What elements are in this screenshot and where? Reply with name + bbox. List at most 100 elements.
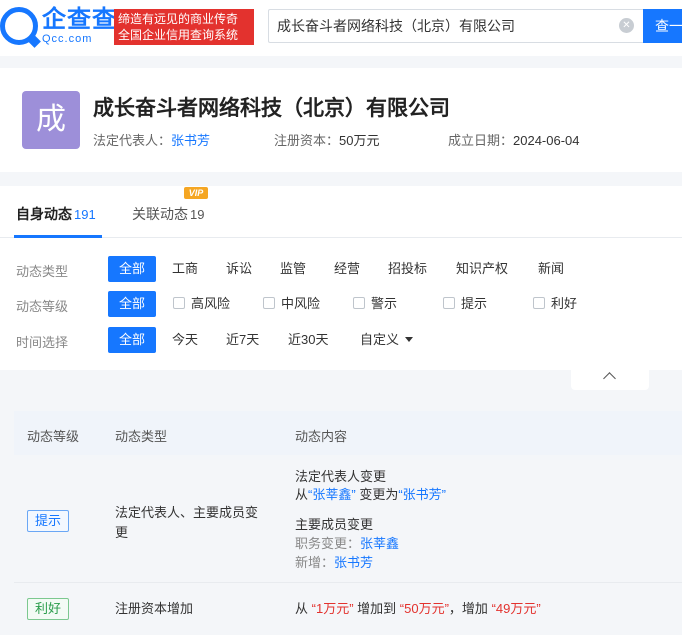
type-option-regulation[interactable]: 监管: [280, 256, 306, 282]
th-type: 动态类型: [115, 429, 168, 444]
type-option-all[interactable]: 全部: [108, 256, 156, 282]
tab-self-label: 自身动态: [16, 206, 72, 222]
tab-related-label: 关联动态: [132, 206, 188, 222]
row-type: 注册资本增加: [115, 601, 194, 616]
time-option-custom[interactable]: 自定义: [360, 327, 414, 353]
table-row: 提示 法定代表人、主要成员变 更 法定代表人变更 从“张莘鑫” 变更为“张书芳”…: [14, 455, 682, 583]
table-header: 动态等级 动态类型 动态内容: [14, 411, 682, 455]
dynamics-tabs: 自身动态 191 关联动态 19 VIP: [0, 186, 682, 238]
magnifier-logo-icon: [0, 7, 38, 45]
th-level: 动态等级: [27, 429, 80, 444]
content-legal-rep-change: 从“张莘鑫” 变更为“张书芳”: [295, 485, 446, 505]
time-option-7days[interactable]: 近7天: [226, 327, 259, 353]
table-row: 利好 注册资本增加 从 “1万元” 增加到 “50万元”，增加 “49万元”: [14, 584, 682, 634]
type-option-ip[interactable]: 知识产权: [456, 256, 508, 282]
logo-text: 企查查 Qcc.com: [42, 5, 117, 45]
level-option-mid-risk[interactable]: 中风险: [263, 291, 320, 317]
founded-info: 成立日期：2024-06-04: [448, 130, 580, 149]
level-option-all[interactable]: 全部: [108, 291, 156, 317]
checkbox-icon: [263, 297, 275, 309]
top-bar: 企查查 Qcc.com 缔造有远见的商业传奇 全国企业信用查询系统 ✕ 查一: [0, 0, 682, 56]
founded-value: 2024-06-04: [513, 133, 580, 148]
clear-icon[interactable]: ✕: [619, 18, 634, 33]
row-type: 法定代表人、主要成员变 更: [115, 503, 285, 543]
logo-cn: 企查查: [42, 5, 117, 33]
row-type-line-2: 更: [115, 525, 129, 540]
filter-row-time: 时间选择 全部 今天 近7天 近30天 自定义: [0, 327, 682, 353]
tab-self-dynamics[interactable]: 自身动态 191: [16, 204, 96, 224]
legal-rep-label: 法定代表人：: [93, 133, 172, 148]
level-tip-label: 提示: [461, 296, 488, 311]
increase-by-text: ，增加: [448, 601, 488, 616]
caret-down-icon: [405, 337, 414, 342]
level-positive-label: 利好: [551, 296, 578, 311]
level-mid-risk-label: 中风险: [281, 296, 321, 311]
from-prefix: 从: [295, 487, 309, 502]
active-tab-underline: [14, 235, 102, 238]
time-option-30days[interactable]: 近30天: [288, 327, 328, 353]
search-input[interactable]: [277, 10, 617, 42]
from-prefix: 从: [295, 601, 309, 616]
time-option-today[interactable]: 今天: [172, 327, 198, 353]
capital-to-value: “50万元”: [399, 601, 449, 616]
slogan-banner: 缔造有远见的商业传奇 全国企业信用查询系统: [114, 9, 254, 45]
content-new-member: 新增：张书芳: [295, 553, 373, 573]
capital-label: 注册资本：: [274, 133, 340, 148]
level-option-high-risk[interactable]: 高风险: [173, 291, 230, 317]
content-legal-rep-title: 法定代表人变更: [295, 469, 387, 484]
tab-related-dynamics[interactable]: 关联动态 19: [132, 204, 204, 224]
slogan-line-2: 全国企业信用查询系统: [118, 28, 239, 42]
filter-row-type: 动态类型 全部 工商 诉讼 监管 经营 招投标 知识产权 新闻: [0, 256, 682, 282]
filter-level-label: 动态等级: [16, 299, 69, 314]
capital-delta-value: “49万元”: [491, 601, 541, 616]
capital-from-value: “1万元”: [311, 601, 354, 616]
type-option-news[interactable]: 新闻: [538, 256, 564, 282]
time-option-all[interactable]: 全部: [108, 327, 156, 353]
legal-rep-info: 法定代表人：张书芳: [93, 130, 210, 149]
search-button[interactable]: 查一: [643, 9, 682, 43]
filter-type-label: 动态类型: [16, 264, 69, 279]
position-change-label: 职务变更：: [295, 536, 361, 551]
time-custom-label: 自定义: [360, 332, 400, 347]
legal-rep-link[interactable]: 张书芳: [171, 133, 210, 148]
new-member-person-link[interactable]: 张书芳: [334, 555, 373, 570]
slogan-line-1: 缔造有远见的商业传奇: [118, 12, 239, 26]
level-tag-positive: 利好: [27, 598, 69, 620]
level-option-warning[interactable]: 警示: [353, 291, 397, 317]
type-option-bidding[interactable]: 招投标: [388, 256, 427, 282]
row-type-line-1: 法定代表人、主要成员变: [115, 505, 259, 520]
dynamics-panel: 自身动态 191 关联动态 19 VIP 动态类型 全部 工商 诉讼 监管 经营 招…: [0, 186, 682, 370]
capital-info: 注册资本：50万元: [274, 130, 379, 149]
filter-row-level: 动态等级 全部 高风险 中风险 警示 提示 利好: [0, 291, 682, 317]
type-option-operation[interactable]: 经营: [334, 256, 360, 282]
new-member-label: 新增：: [295, 555, 335, 570]
to-person-link[interactable]: “张书芳”: [398, 487, 446, 502]
level-high-risk-label: 高风险: [191, 296, 231, 311]
position-change-person-link[interactable]: 张莘鑫: [360, 536, 399, 551]
change-to-text: 变更为: [359, 487, 399, 502]
collapse-filters-toggle[interactable]: [571, 370, 649, 390]
logo-en: Qcc.com: [42, 32, 93, 45]
chevron-up-icon: [603, 372, 616, 385]
checkbox-icon: [443, 297, 455, 309]
level-option-positive[interactable]: 利好: [533, 291, 577, 317]
checkbox-icon: [353, 297, 365, 309]
from-person-link[interactable]: “张莘鑫”: [308, 487, 356, 502]
filter-time-label: 时间选择: [16, 335, 69, 350]
checkbox-icon: [533, 297, 545, 309]
content-position-change: 职务变更：张莘鑫: [295, 534, 399, 554]
type-option-business[interactable]: 工商: [172, 256, 198, 282]
tab-self-count: 191: [74, 207, 96, 222]
founded-label: 成立日期：: [448, 133, 514, 148]
vip-badge: VIP: [184, 187, 208, 199]
content-capital-increase: 从 “1万元” 增加到 “50万元”，增加 “49万元”: [295, 599, 541, 619]
level-option-tip[interactable]: 提示: [443, 291, 487, 317]
type-option-litigation[interactable]: 诉讼: [226, 256, 252, 282]
company-card: 成 成长奋斗者网络科技（北京）有限公司 法定代表人：张书芳 注册资本：50万元 …: [0, 68, 682, 172]
company-name: 成长奋斗者网络科技（北京）有限公司: [93, 97, 450, 120]
level-tag-tip: 提示: [27, 510, 69, 532]
increase-to-text: 增加到: [357, 601, 397, 616]
search-box: ✕: [268, 9, 644, 43]
checkbox-icon: [173, 297, 185, 309]
qcc-logo[interactable]: 企查查 Qcc.com: [0, 6, 117, 46]
